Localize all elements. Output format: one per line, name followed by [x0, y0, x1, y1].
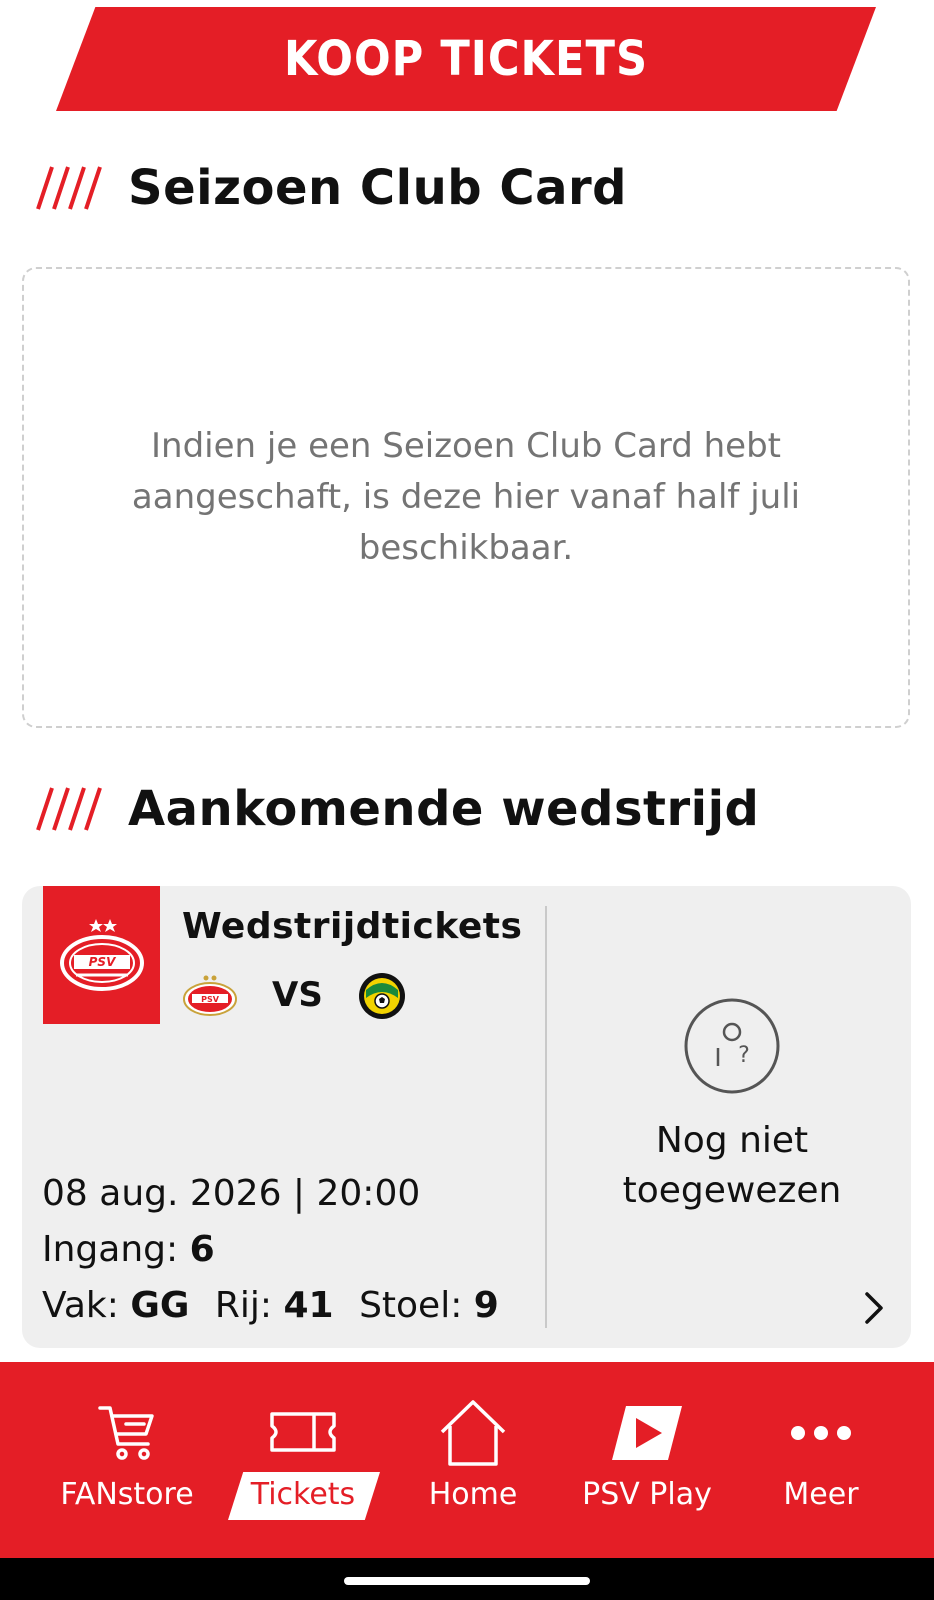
system-gesture-bar: [0, 1558, 934, 1600]
seat-assignment-status: ? Nog niet toegewezen: [552, 996, 912, 1216]
vs-label: VS: [272, 975, 323, 1015]
row-value: 41: [283, 1285, 334, 1326]
nav-item-home[interactable]: Home: [380, 1362, 566, 1558]
nav-item-fanstore[interactable]: FANstore: [34, 1362, 220, 1558]
home-icon: [440, 1400, 506, 1466]
chevron-right-icon: [865, 1292, 883, 1324]
ticket-type-title: Wedstrijdtickets: [182, 906, 523, 947]
card-divider: [545, 906, 547, 1328]
entrance-label: Ingang:: [42, 1229, 179, 1270]
more-icon: [791, 1426, 851, 1440]
season-card-heading: Seizoen Club Card: [36, 160, 627, 216]
nav-item-meer[interactable]: Meer: [728, 1362, 914, 1558]
psv-club-logo: PSV: [43, 886, 160, 1024]
match-info: 08 aug. 2026 | 20:00 Ingang: 6 Vak: GG R…: [42, 1166, 499, 1334]
status-line-2: toegewezen: [622, 1170, 842, 1211]
nav-item-psv-play[interactable]: PSV Play: [554, 1362, 740, 1558]
row-label: Rij:: [214, 1285, 273, 1326]
svg-text:PSV: PSV: [201, 995, 220, 1004]
match-teams: PSV VS: [182, 968, 407, 1022]
seat-row: Vak: GG Rij: 41 Stoel: 9: [42, 1278, 499, 1334]
match-date-time: 08 aug. 2026 | 20:00: [42, 1173, 421, 1214]
cart-icon: [98, 1406, 154, 1460]
psv-crest-icon: PSV: [59, 919, 144, 991]
koop-tickets-button[interactable]: KOOP TICKETS: [56, 7, 876, 111]
section-label: Vak:: [42, 1285, 119, 1326]
nav-label-fanstore: FANstore: [60, 1477, 194, 1512]
season-card-placeholder: Indien je een Seizoen Club Card hebt aan…: [22, 267, 910, 728]
nav-label-psv-play: PSV Play: [582, 1477, 712, 1512]
match-ticket-card[interactable]: PSV Wedstrijdtickets PSV VS 08 aug. 2026…: [22, 886, 911, 1348]
nav-label-tickets: Tickets: [250, 1477, 356, 1512]
play-icon: [612, 1406, 682, 1460]
seat-label: Stoel:: [359, 1285, 463, 1326]
psv-team-logo-icon: PSV: [183, 975, 237, 1016]
nav-label-meer: Meer: [783, 1477, 859, 1512]
season-card-message: Indien je een Seizoen Club Card hebt aan…: [131, 426, 801, 568]
season-card-title: Seizoen Club Card: [128, 160, 627, 216]
svg-text:?: ?: [738, 1043, 750, 1068]
upcoming-match-title: Aankomende wedstrijd: [128, 781, 760, 837]
section-value: GG: [130, 1285, 190, 1326]
home-indicator[interactable]: [344, 1577, 590, 1585]
slashes-decoration-icon: [36, 787, 102, 831]
entrance-row: Ingang: 6: [42, 1222, 499, 1278]
bottom-navigation: FANstore Tickets Home PSV Play Meer: [0, 1362, 934, 1558]
entrance-value: 6: [189, 1229, 215, 1270]
status-line-1: Nog niet: [655, 1120, 809, 1161]
nav-label-home: Home: [428, 1477, 518, 1512]
nav-item-tickets[interactable]: Tickets: [210, 1362, 396, 1558]
seat-value: 9: [473, 1285, 499, 1326]
fortuna-sittard-logo-icon: [358, 973, 405, 1019]
slashes-decoration-icon: [36, 166, 102, 210]
koop-tickets-label: KOOP TICKETS: [283, 31, 649, 87]
unassigned-seat-icon: ?: [684, 998, 780, 1094]
svg-text:PSV: PSV: [88, 955, 116, 969]
ticket-icon: [270, 1412, 336, 1452]
upcoming-match-heading: Aankomende wedstrijd: [36, 781, 759, 837]
